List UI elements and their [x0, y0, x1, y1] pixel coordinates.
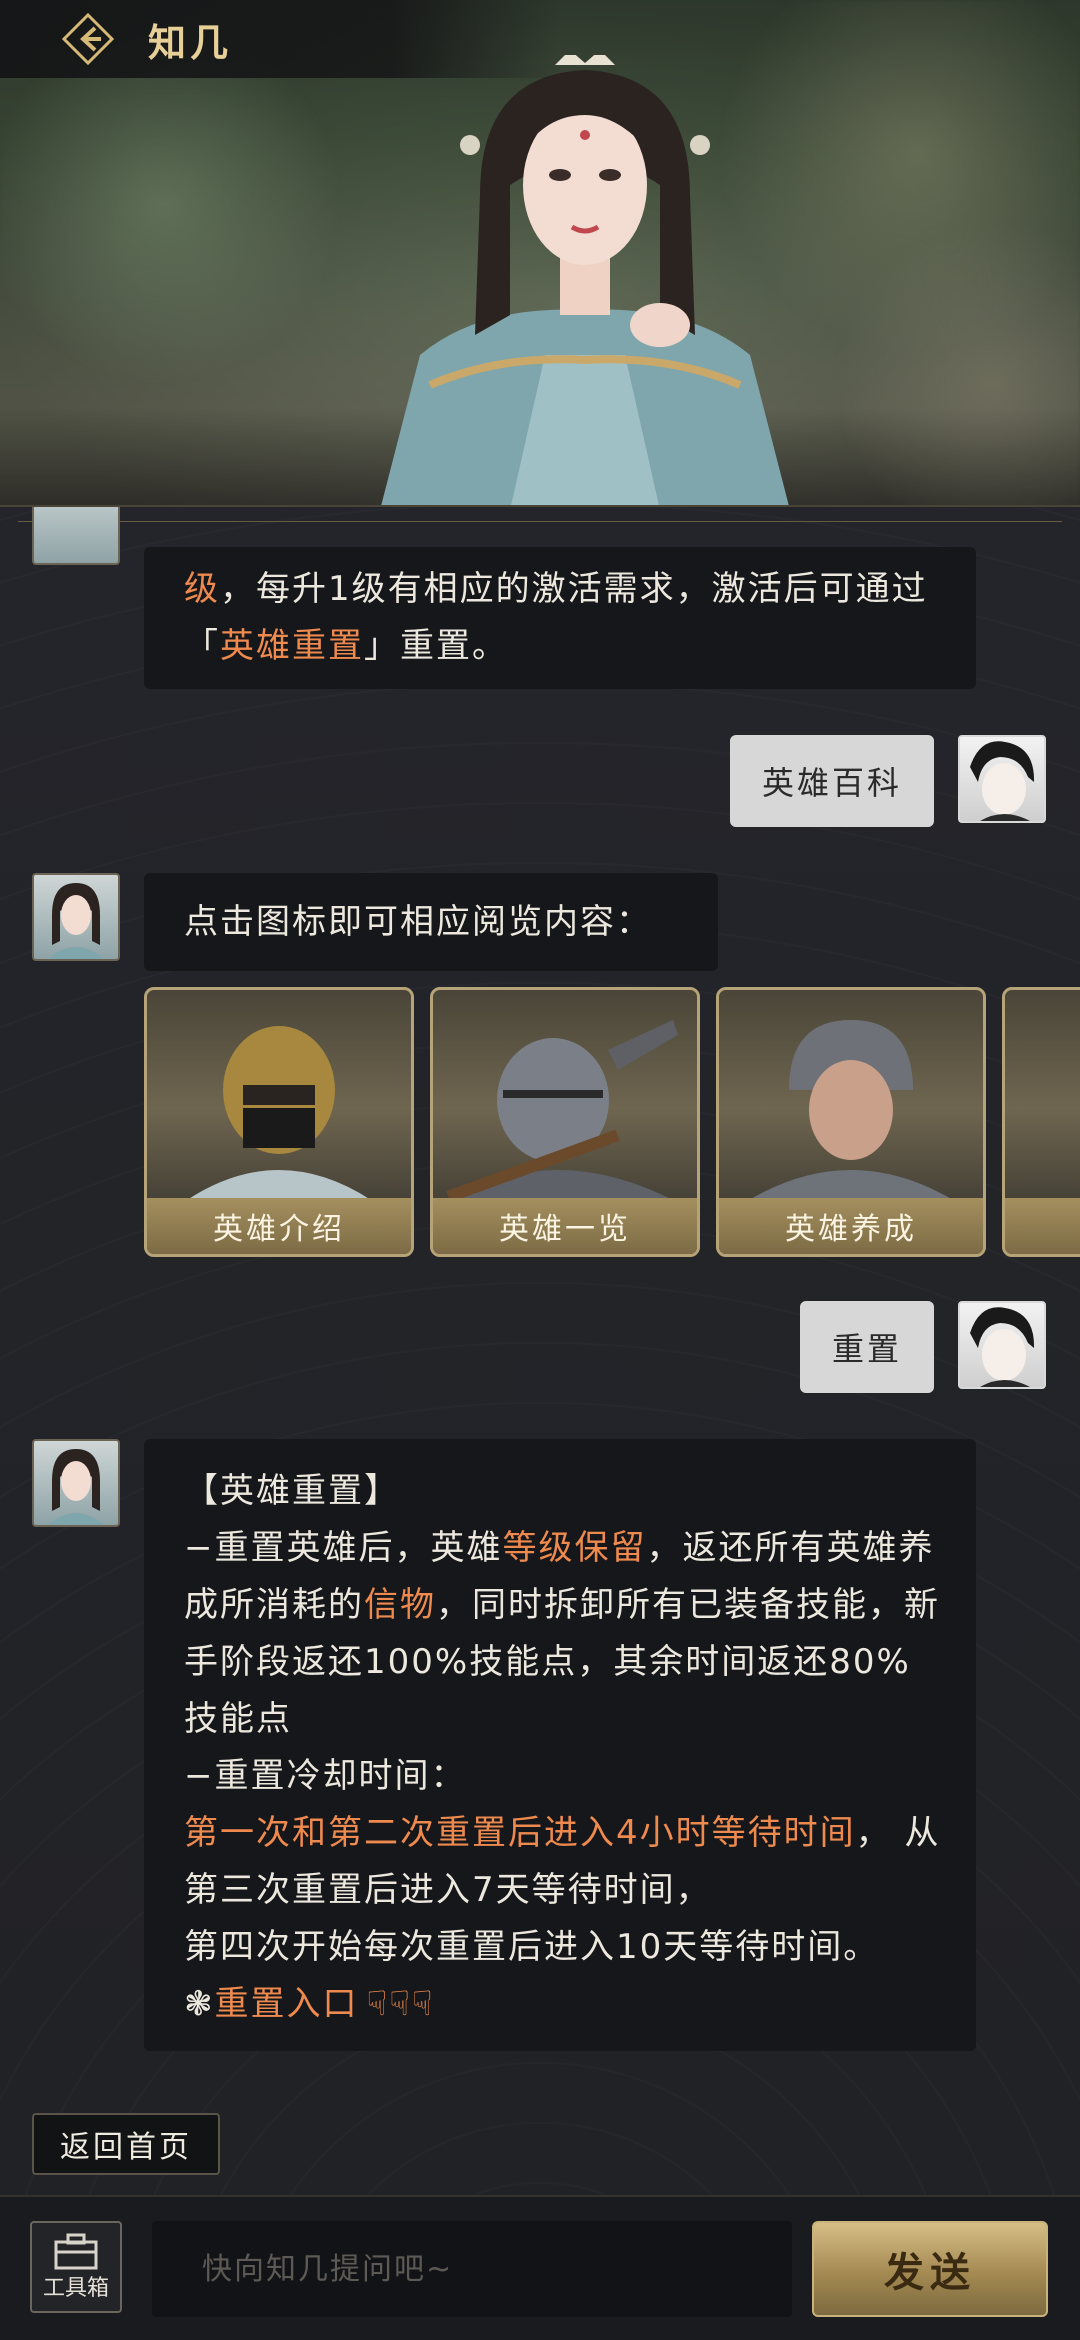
knight-helmet-icon: [446, 1020, 678, 1203]
panel-frame-divider: [18, 521, 1062, 525]
helmeted-warrior-icon: [187, 1026, 371, 1200]
pointing-hand-icons: ☟☟☟: [366, 1984, 435, 2024]
bot-message-2: 点击图标即可相应阅览内容：: [144, 873, 718, 971]
input-bar: 工具箱 发送: [0, 2195, 1080, 2340]
card-label: 英雄介绍: [147, 1198, 411, 1254]
hero-cards-row[interactable]: 英雄介绍 英雄一览 英雄养成: [144, 987, 1080, 1257]
reset-cooldown-detail: 第一次和第二次重置后进入4小时等待时间， 从第三次重置后进入7天等待时间，: [184, 1805, 942, 1919]
toolbox-button[interactable]: 工具箱: [30, 2221, 122, 2313]
reset-hl-level-kept: 等级保留: [502, 1528, 647, 1568]
card-more[interactable]: [1002, 987, 1080, 1257]
bot-avatar: [32, 1439, 120, 1527]
question-input[interactable]: [152, 2221, 792, 2317]
bot-msg1-part-2: 英雄重置: [220, 626, 364, 666]
reset-hl-token: 信物: [364, 1585, 436, 1625]
card-hero-cultivation[interactable]: 英雄养成: [716, 987, 986, 1257]
bot-message-1: 级，每升1级有相应的激活需求，激活后可通过「英雄重置」重置。: [144, 547, 976, 689]
user-avatar: [958, 735, 1046, 823]
soldier-portrait-icon: [749, 1020, 953, 1200]
bot-msg1-part-0: 级: [184, 569, 220, 609]
bot-message-3: 【英雄重置】 −重置英雄后，英雄等级保留，返还所有英雄养成所消耗的信物，同时拆卸…: [144, 1439, 976, 2051]
back-button[interactable]: [60, 11, 116, 67]
card-hero-list[interactable]: 英雄一览: [430, 987, 700, 1257]
bot-avatar-art: [48, 1449, 104, 1525]
reset-text-a: −重置英雄后，英雄: [184, 1528, 503, 1568]
header-portrait-area: 知几: [0, 0, 1080, 510]
reset-cooldown-hl: 第一次和第二次重置后进入4小时等待时间: [184, 1813, 856, 1853]
card-hero-intro[interactable]: 英雄介绍: [144, 987, 414, 1257]
page-title: 知几: [148, 20, 233, 65]
reset-cooldown-title: −重置冷却时间：: [184, 1756, 467, 1796]
card-label: 英雄养成: [719, 1198, 983, 1254]
flower-bullet-icon: ❃: [184, 1984, 215, 2024]
bot-msg1-part-3: 」重置。: [364, 626, 508, 666]
send-button[interactable]: 发送: [812, 2221, 1048, 2317]
bot-avatar: [32, 873, 120, 961]
toolbox-icon: [54, 2233, 98, 2270]
user-avatar: [958, 1301, 1046, 1389]
reset-entry-text[interactable]: 重置入口: [215, 1984, 359, 2024]
user-message-2: 重置: [800, 1301, 934, 1393]
user-avatar-art: [970, 1307, 1035, 1387]
assistant-portrait: [380, 55, 790, 510]
top-bar: 知几: [0, 0, 560, 78]
card-label: 英雄一览: [433, 1198, 697, 1254]
toolbox-label: 工具箱: [42, 2276, 109, 2301]
user-avatar-art: [970, 741, 1035, 821]
reset-heading: 【英雄重置】: [184, 1471, 400, 1511]
card-label-partial: [1005, 1198, 1080, 1254]
user-message-1: 英雄百科: [730, 735, 934, 827]
reset-rule-text: −重置英雄后，英雄等级保留，返还所有英雄养成所消耗的信物，同时拆卸所有已装备技能…: [184, 1520, 942, 1748]
return-home-button[interactable]: 返回首页: [32, 2113, 220, 2175]
reset-cooldown-4th: 第四次开始每次重置后进入10天等待时间。: [184, 1927, 880, 1967]
reset-entry-link[interactable]: ❃重置入口 ☟☟☟: [184, 1976, 942, 2033]
chat-panel[interactable]: 级，每升1级有相应的激活需求，激活后可通过「英雄重置」重置。 英雄百科 点击图标…: [0, 505, 1080, 2195]
bot-avatar: [32, 507, 120, 565]
back-arrow-icon: [61, 12, 115, 66]
bot-avatar-art: [48, 883, 104, 959]
